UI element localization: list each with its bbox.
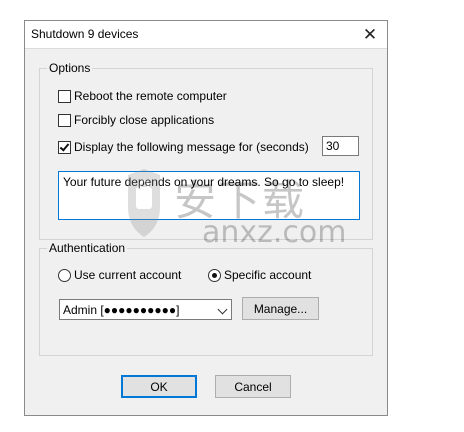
account-select-value: Admin [●●●●●●●●●●] [63, 303, 180, 317]
force-close-checkbox-row[interactable]: Forcibly close applications [58, 113, 214, 127]
reboot-label: Reboot the remote computer [74, 89, 227, 103]
use-current-account-label: Use current account [74, 268, 182, 282]
use-current-account-row[interactable]: Use current account [58, 268, 181, 282]
window-title: Shutdown 9 devices [31, 27, 139, 41]
reboot-checkbox-row[interactable]: Reboot the remote computer [58, 89, 227, 103]
account-select[interactable]: Admin [●●●●●●●●●●] [59, 299, 232, 320]
use-current-account-radio[interactable] [58, 268, 71, 282]
ok-button[interactable]: OK [121, 375, 197, 398]
force-close-label: Forcibly close applications [74, 113, 215, 127]
title-bar: Shutdown 9 devices ✕ [25, 21, 387, 49]
display-message-label: Display the following message for (secon… [74, 140, 309, 154]
seconds-input[interactable]: 30 [322, 136, 359, 156]
close-icon[interactable]: ✕ [353, 21, 387, 48]
specific-account-radio[interactable] [208, 268, 221, 282]
chevron-down-icon [217, 304, 228, 315]
manage-button[interactable]: Manage... [242, 297, 319, 320]
options-legend: Options [47, 61, 93, 75]
reboot-checkbox[interactable] [58, 89, 71, 103]
specific-account-row[interactable]: Specific account [208, 268, 311, 282]
watermark-url-text: anxz.com [202, 215, 347, 250]
display-message-checkbox[interactable] [58, 140, 71, 154]
watermark: 安下载 anxz.com [104, 165, 394, 260]
display-message-checkbox-row[interactable]: Display the following message for (secon… [58, 140, 309, 154]
specific-account-label: Specific account [224, 268, 312, 282]
cancel-button[interactable]: Cancel [215, 375, 291, 398]
force-close-checkbox[interactable] [58, 113, 71, 127]
